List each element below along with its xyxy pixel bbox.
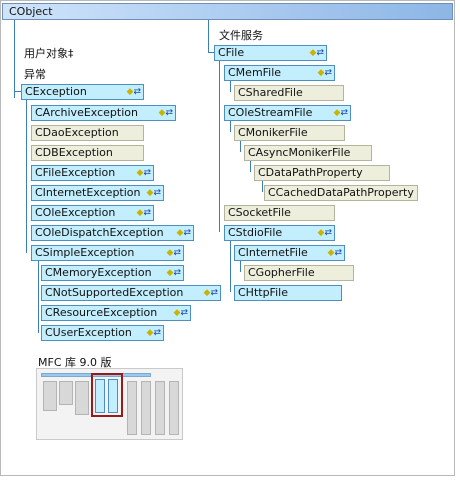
class-node-cdatapathproperty[interactable]: CDataPathProperty [254,165,390,181]
cobject-root-bar[interactable]: CObject [2,3,453,20]
node-label: CMonikerFile [238,126,308,139]
node-label: CNotSupportedException [45,286,184,299]
node-label: CDaoException [35,126,119,139]
connector-line [230,120,231,132]
node-label: CSimpleException [35,246,135,259]
node-label: CException [25,85,87,98]
connector-line [250,160,251,172]
node-label: CArchiveException [35,106,138,119]
connector-line [240,260,241,272]
node-label: CGopherFile [248,266,315,279]
node-label: CStdioFile [228,226,283,239]
connector-line [219,60,220,232]
exceptions-label: 异常 [24,68,46,81]
minimap-block [75,381,89,415]
cobject-label: CObject [9,5,53,18]
minimap-block [141,381,151,435]
minimap-block [59,381,73,405]
class-node-cfile[interactable]: CFile ◆⇄ [214,45,327,61]
node-label: CInternetFile [238,246,308,259]
node-label: COleException [35,206,116,219]
class-node-casyncmonikerfile[interactable]: CAsyncMonikerFile [244,145,372,161]
connector-line [230,80,231,92]
node-label: COleDispatchException [35,226,164,239]
class-node-cmemoryexception[interactable]: CMemoryException ◆⇄ [41,265,184,281]
key-class-icon: ◆⇄ [173,308,188,318]
minimap-block [43,381,57,411]
node-label: CInternetException [35,186,141,199]
key-class-icon: ◆⇄ [146,188,161,198]
key-class-icon: ◆⇄ [166,248,181,258]
key-class-icon: ◆⇄ [158,108,173,118]
node-label: CCachedDataPathProperty [268,186,414,199]
key-class-icon: ◆⇄ [317,228,332,238]
node-label: CMemoryException [45,266,152,279]
class-node-csimpleexception[interactable]: CSimpleException ◆⇄ [31,245,184,261]
node-label: CHttpFile [238,286,288,299]
key-class-icon: ◆⇄ [146,328,161,338]
class-node-cinternetexception[interactable]: CInternetException ◆⇄ [31,185,164,201]
class-node-cdaoexception[interactable]: CDaoException [31,125,144,141]
class-node-cstdiofile[interactable]: CStdioFile ◆⇄ [224,225,335,241]
node-label: CFile [218,46,245,59]
connector-line [240,140,241,152]
key-class-icon: ◆⇄ [309,48,324,58]
node-label: CUserException [45,326,132,339]
key-class-icon: ◆⇄ [327,248,342,258]
key-class-icon: ◆⇄ [136,168,151,178]
class-node-cnotsupportedexception[interactable]: CNotSupportedException ◆⇄ [41,285,221,301]
node-label: CFileException [35,166,116,179]
connector-line [262,180,263,192]
class-node-coledispatchexception[interactable]: COleDispatchException ◆⇄ [31,225,194,241]
node-label: CDataPathProperty [258,166,363,179]
class-node-cdbexception[interactable]: CDBException [31,145,144,161]
class-node-coleexception[interactable]: COleException ◆⇄ [31,205,154,221]
key-class-icon: ◆⇄ [136,208,151,218]
node-label: COleStreamFile [228,106,313,119]
connector-line [26,100,27,253]
node-label: CSharedFile [238,86,303,99]
node-label: CAsyncMonikerFile [248,146,351,159]
connector-line [38,260,39,333]
library-minimap[interactable] [36,368,183,440]
class-node-cuserexception[interactable]: CUserException ◆⇄ [41,325,164,341]
connector-line [14,20,15,98]
minimap-block [169,381,179,435]
file-services-label: 文件服务 [219,29,263,42]
class-node-csocketfile[interactable]: CSocketFile [224,205,335,221]
key-class-icon: ◆⇄ [333,108,348,118]
minimap-block [155,381,165,435]
node-label: CSocketFile [228,206,291,219]
key-class-icon: ◆⇄ [126,87,141,97]
connector-line [230,240,231,292]
class-node-cfileexception[interactable]: CFileException ◆⇄ [31,165,154,181]
connector-line [208,20,209,52]
key-class-icon: ◆⇄ [203,288,218,298]
node-label: CMemFile [228,66,282,79]
class-node-cmonikerfile[interactable]: CMonikerFile [234,125,345,141]
class-node-cmemfile[interactable]: CMemFile ◆⇄ [224,65,335,81]
class-node-carchiveexception[interactable]: CArchiveException ◆⇄ [31,105,176,121]
key-class-icon: ◆⇄ [317,68,332,78]
key-class-icon: ◆⇄ [166,268,181,278]
class-node-csharedfile[interactable]: CSharedFile [234,85,344,101]
node-label: CResourceException [45,306,158,319]
class-node-cgopherfile[interactable]: CGopherFile [244,265,354,281]
class-node-cexception[interactable]: CException ◆⇄ [21,84,144,100]
class-node-cresourceexception[interactable]: CResourceException ◆⇄ [41,305,191,321]
class-node-ccacheddatapathproperty[interactable]: CCachedDataPathProperty [264,185,418,201]
user-objects-label: 用户对象‡ [24,47,74,60]
minimap-block [127,381,137,435]
key-class-icon: ◆⇄ [176,228,191,238]
class-node-cinternetfile[interactable]: CInternetFile ◆⇄ [234,245,345,261]
class-node-colestreamfile[interactable]: COleStreamFile ◆⇄ [224,105,351,121]
class-node-chttpfile[interactable]: CHttpFile [234,285,342,301]
node-label: CDBException [35,146,113,159]
minimap-highlight-frame [91,373,123,417]
